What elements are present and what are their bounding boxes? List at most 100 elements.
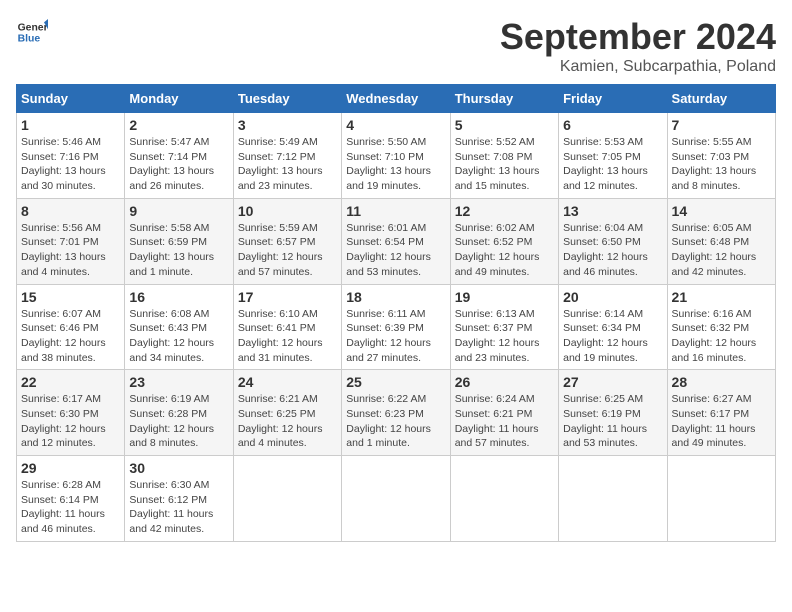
day-number: 1: [21, 117, 120, 133]
calendar-week-row: 15 Sunrise: 6:07 AM Sunset: 6:46 PM Dayli…: [17, 284, 776, 370]
day-number: 29: [21, 460, 120, 476]
day-number: 23: [129, 374, 228, 390]
day-number: 17: [238, 289, 337, 305]
calendar-cell: 6 Sunrise: 5:53 AM Sunset: 7:05 PM Daylig…: [559, 113, 667, 199]
day-info: Sunrise: 6:19 AM Sunset: 6:28 PM Dayligh…: [129, 392, 228, 451]
day-number: 16: [129, 289, 228, 305]
day-info: Sunrise: 6:21 AM Sunset: 6:25 PM Dayligh…: [238, 392, 337, 451]
day-info: Sunrise: 6:10 AM Sunset: 6:41 PM Dayligh…: [238, 307, 337, 366]
day-info: Sunrise: 6:05 AM Sunset: 6:48 PM Dayligh…: [672, 221, 771, 280]
weekday-header-cell: Sunday: [17, 85, 125, 113]
calendar-subtitle: Kamien, Subcarpathia, Poland: [500, 58, 776, 76]
calendar-cell: 13Sunrise: 6:04 AM Sunset: 6:50 PM Dayli…: [559, 198, 667, 284]
day-number: 2: [129, 117, 228, 133]
calendar-cell: 9 Sunrise: 5:58 AM Sunset: 6:59 PM Daylig…: [125, 198, 233, 284]
day-number: 18: [346, 289, 445, 305]
calendar-cell: 4 Sunrise: 5:50 AM Sunset: 7:10 PM Daylig…: [342, 113, 450, 199]
calendar-cell: [450, 456, 558, 542]
day-number: 5: [455, 117, 554, 133]
day-number: 25: [346, 374, 445, 390]
day-number: 30: [129, 460, 228, 476]
calendar-cell: 18Sunrise: 6:11 AM Sunset: 6:39 PM Dayli…: [342, 284, 450, 370]
day-info: Sunrise: 5:52 AM Sunset: 7:08 PM Dayligh…: [455, 135, 554, 194]
day-number: 4: [346, 117, 445, 133]
day-info: Sunrise: 6:16 AM Sunset: 6:32 PM Dayligh…: [672, 307, 771, 366]
weekday-header-cell: Tuesday: [233, 85, 341, 113]
day-number: 21: [672, 289, 771, 305]
svg-text:General: General: [18, 22, 48, 33]
day-info: Sunrise: 6:07 AM Sunset: 6:46 PM Dayligh…: [21, 307, 120, 366]
calendar-cell: 8 Sunrise: 5:56 AM Sunset: 7:01 PM Daylig…: [17, 198, 125, 284]
calendar-cell: 5 Sunrise: 5:52 AM Sunset: 7:08 PM Daylig…: [450, 113, 558, 199]
day-info: Sunrise: 6:01 AM Sunset: 6:54 PM Dayligh…: [346, 221, 445, 280]
day-info: Sunrise: 6:22 AM Sunset: 6:23 PM Dayligh…: [346, 392, 445, 451]
logo-icon: General Blue: [16, 16, 48, 48]
day-number: 10: [238, 203, 337, 219]
calendar-week-row: 8 Sunrise: 5:56 AM Sunset: 7:01 PM Daylig…: [17, 198, 776, 284]
day-number: 3: [238, 117, 337, 133]
calendar-cell: 15 Sunrise: 6:07 AM Sunset: 6:46 PM Dayli…: [17, 284, 125, 370]
day-number: 6: [563, 117, 662, 133]
calendar-week-row: 1Sunrise: 5:46 AM Sunset: 7:16 PM Daylig…: [17, 113, 776, 199]
calendar-table: SundayMondayTuesdayWednesdayThursdayFrid…: [16, 84, 776, 542]
calendar-cell: 14 Sunrise: 6:05 AM Sunset: 6:48 PM Dayli…: [667, 198, 775, 284]
calendar-cell: 1Sunrise: 5:46 AM Sunset: 7:16 PM Daylig…: [17, 113, 125, 199]
day-info: Sunrise: 5:59 AM Sunset: 6:57 PM Dayligh…: [238, 221, 337, 280]
calendar-cell: 25 Sunrise: 6:22 AM Sunset: 6:23 PM Dayli…: [342, 370, 450, 456]
calendar-cell: [233, 456, 341, 542]
weekday-header-cell: Thursday: [450, 85, 558, 113]
calendar-cell: 11Sunrise: 6:01 AM Sunset: 6:54 PM Dayli…: [342, 198, 450, 284]
day-number: 9: [129, 203, 228, 219]
day-number: 7: [672, 117, 771, 133]
day-info: Sunrise: 5:56 AM Sunset: 7:01 PM Dayligh…: [21, 221, 120, 280]
calendar-cell: [342, 456, 450, 542]
calendar-cell: 7 Sunrise: 5:55 AM Sunset: 7:03 PM Daylig…: [667, 113, 775, 199]
weekday-header-cell: Saturday: [667, 85, 775, 113]
day-number: 28: [672, 374, 771, 390]
calendar-cell: [667, 456, 775, 542]
calendar-cell: 17 Sunrise: 6:10 AM Sunset: 6:41 PM Dayli…: [233, 284, 341, 370]
day-info: Sunrise: 6:02 AM Sunset: 6:52 PM Dayligh…: [455, 221, 554, 280]
day-info: Sunrise: 5:49 AM Sunset: 7:12 PM Dayligh…: [238, 135, 337, 194]
day-info: Sunrise: 6:27 AM Sunset: 6:17 PM Dayligh…: [672, 392, 771, 451]
day-info: Sunrise: 6:28 AM Sunset: 6:14 PM Dayligh…: [21, 478, 120, 537]
day-number: 24: [238, 374, 337, 390]
calendar-cell: 20 Sunrise: 6:14 AM Sunset: 6:34 PM Dayli…: [559, 284, 667, 370]
day-info: Sunrise: 5:47 AM Sunset: 7:14 PM Dayligh…: [129, 135, 228, 194]
title-area: September 2024 Kamien, Subcarpathia, Pol…: [500, 16, 776, 76]
day-info: Sunrise: 5:58 AM Sunset: 6:59 PM Dayligh…: [129, 221, 228, 280]
day-number: 14: [672, 203, 771, 219]
calendar-week-row: 22Sunrise: 6:17 AM Sunset: 6:30 PM Dayli…: [17, 370, 776, 456]
day-info: Sunrise: 6:30 AM Sunset: 6:12 PM Dayligh…: [129, 478, 228, 537]
calendar-cell: 3 Sunrise: 5:49 AM Sunset: 7:12 PM Daylig…: [233, 113, 341, 199]
day-info: Sunrise: 5:55 AM Sunset: 7:03 PM Dayligh…: [672, 135, 771, 194]
calendar-cell: 16 Sunrise: 6:08 AM Sunset: 6:43 PM Dayli…: [125, 284, 233, 370]
day-number: 15: [21, 289, 120, 305]
calendar-cell: [559, 456, 667, 542]
calendar-cell: 26Sunrise: 6:24 AM Sunset: 6:21 PM Dayli…: [450, 370, 558, 456]
weekday-header-cell: Friday: [559, 85, 667, 113]
day-number: 8: [21, 203, 120, 219]
day-info: Sunrise: 6:08 AM Sunset: 6:43 PM Dayligh…: [129, 307, 228, 366]
calendar-cell: 24 Sunrise: 6:21 AM Sunset: 6:25 PM Dayli…: [233, 370, 341, 456]
svg-text:Blue: Blue: [18, 34, 41, 45]
day-number: 20: [563, 289, 662, 305]
day-info: Sunrise: 6:24 AM Sunset: 6:21 PM Dayligh…: [455, 392, 554, 451]
day-number: 27: [563, 374, 662, 390]
weekday-header-cell: Monday: [125, 85, 233, 113]
calendar-cell: 27 Sunrise: 6:25 AM Sunset: 6:19 PM Dayli…: [559, 370, 667, 456]
day-number: 12: [455, 203, 554, 219]
day-info: Sunrise: 6:25 AM Sunset: 6:19 PM Dayligh…: [563, 392, 662, 451]
weekday-header-row: SundayMondayTuesdayWednesdayThursdayFrid…: [17, 85, 776, 113]
calendar-cell: 19Sunrise: 6:13 AM Sunset: 6:37 PM Dayli…: [450, 284, 558, 370]
day-info: Sunrise: 6:04 AM Sunset: 6:50 PM Dayligh…: [563, 221, 662, 280]
calendar-cell: 2 Sunrise: 5:47 AM Sunset: 7:14 PM Daylig…: [125, 113, 233, 199]
day-info: Sunrise: 5:53 AM Sunset: 7:05 PM Dayligh…: [563, 135, 662, 194]
day-info: Sunrise: 6:14 AM Sunset: 6:34 PM Dayligh…: [563, 307, 662, 366]
calendar-cell: 12 Sunrise: 6:02 AM Sunset: 6:52 PM Dayli…: [450, 198, 558, 284]
page-header: General Blue September 2024 Kamien, Subc…: [16, 16, 776, 76]
calendar-title: September 2024: [500, 16, 776, 58]
calendar-cell: 29 Sunrise: 6:28 AM Sunset: 6:14 PM Dayli…: [17, 456, 125, 542]
calendar-cell: 10 Sunrise: 5:59 AM Sunset: 6:57 PM Dayli…: [233, 198, 341, 284]
day-info: Sunrise: 5:50 AM Sunset: 7:10 PM Dayligh…: [346, 135, 445, 194]
